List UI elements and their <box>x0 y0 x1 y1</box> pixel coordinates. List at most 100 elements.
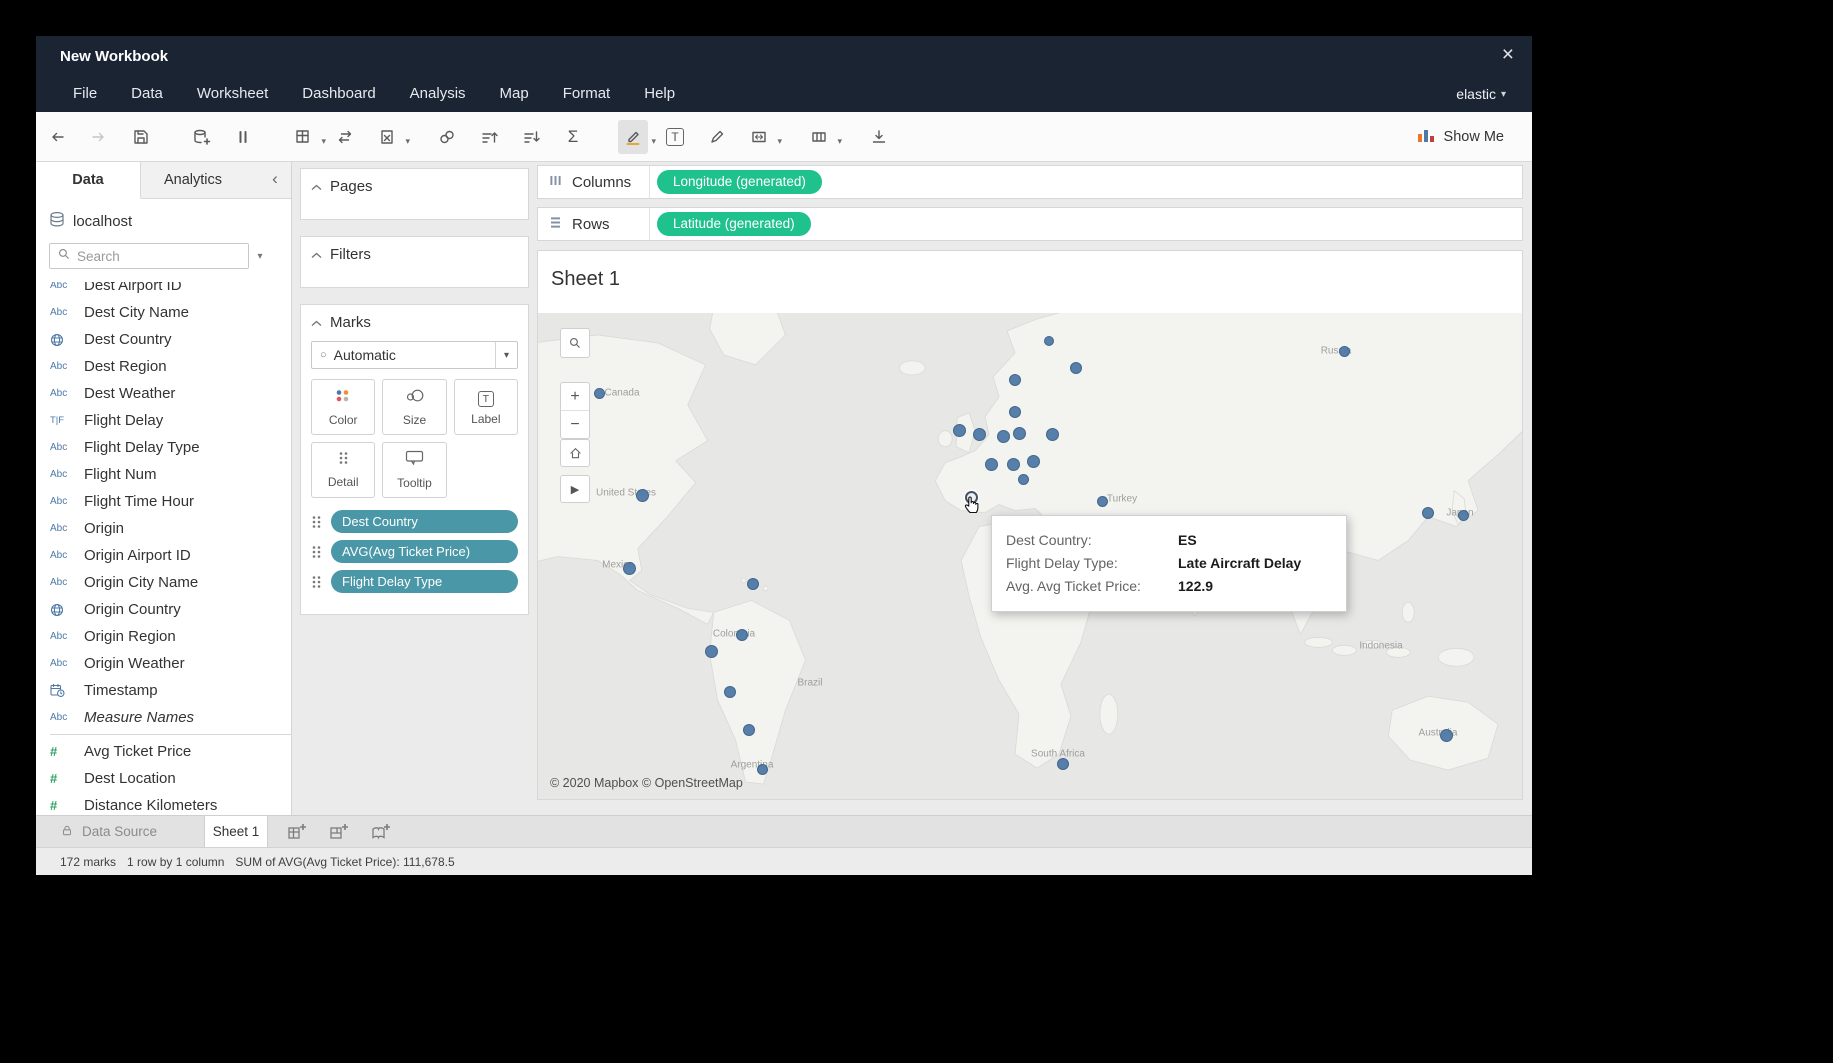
new-dashboard-tab-button[interactable] <box>326 816 352 847</box>
map-toolbar-flyout-button[interactable]: ▶ <box>560 475 590 503</box>
group-members-button[interactable] <box>432 120 462 154</box>
sort-ascending-button[interactable] <box>474 120 504 154</box>
columns-pill[interactable]: Longitude (generated) <box>657 170 822 194</box>
map-mark[interactable] <box>1009 406 1021 418</box>
sort-descending-button[interactable] <box>516 120 546 154</box>
marks-color-button[interactable]: Color <box>311 379 375 435</box>
close-icon[interactable]: × <box>1502 42 1514 68</box>
marks-pill[interactable]: AVG(Avg Ticket Price) <box>331 540 518 563</box>
map-mark[interactable] <box>1070 362 1082 374</box>
map-mark[interactable] <box>973 428 986 441</box>
map-mark[interactable] <box>1046 428 1059 441</box>
field-dest-region[interactable]: AbcDest Region <box>36 353 291 380</box>
map-mark[interactable] <box>1007 458 1020 471</box>
search-options-icon[interactable]: ▾ <box>249 251 271 262</box>
undo-button[interactable] <box>42 120 72 154</box>
field-flight-delay-type[interactable]: AbcFlight Delay Type <box>36 434 291 461</box>
zoom-in-button[interactable]: + <box>561 383 589 411</box>
tab-sheet1[interactable]: Sheet 1 <box>204 816 268 847</box>
menu-data[interactable]: Data <box>114 76 180 112</box>
collapse-pane-icon[interactable]: ‹ <box>259 162 291 198</box>
fit-button[interactable]: ▾ <box>744 120 774 154</box>
search-input[interactable]: Search <box>49 243 249 269</box>
swap-rows-columns-button[interactable] <box>330 120 360 154</box>
format-button[interactable] <box>702 120 732 154</box>
map-mark[interactable] <box>594 388 605 399</box>
menu-analysis[interactable]: Analysis <box>393 76 483 112</box>
map-mark[interactable] <box>747 578 759 590</box>
marks-label-button[interactable]: TLabel <box>454 379 518 435</box>
map-mark[interactable] <box>736 629 748 641</box>
marks-size-button[interactable]: Size <box>382 379 446 435</box>
redo-button[interactable] <box>84 120 114 154</box>
mark-type-dropdown[interactable]: ○ Automatic ▾ <box>311 341 518 369</box>
menu-format[interactable]: Format <box>546 76 628 112</box>
save-button[interactable] <box>126 120 156 154</box>
map-mark[interactable] <box>1458 510 1469 521</box>
map-mark[interactable] <box>1057 758 1069 770</box>
map-view[interactable]: CanadaUnited StatesMexicoColombiaBrazilA… <box>538 313 1522 799</box>
field-origin-airport-id[interactable]: AbcOrigin Airport ID <box>36 542 291 569</box>
tab-analytics[interactable]: Analytics <box>141 162 245 198</box>
field-origin-country[interactable]: Origin Country <box>36 596 291 623</box>
marks-detail-button[interactable]: Detail <box>311 442 375 498</box>
map-mark[interactable] <box>1422 507 1434 519</box>
new-worksheet-tab-button[interactable] <box>284 816 310 847</box>
map-mark[interactable] <box>1097 496 1108 507</box>
field-distance-kilometers[interactable]: #Distance Kilometers <box>36 792 291 815</box>
new-story-tab-button[interactable] <box>368 816 394 847</box>
rows-shelf[interactable]: Rows Latitude (generated) <box>537 207 1523 241</box>
field-dest-country[interactable]: Dest Country <box>36 326 291 353</box>
data-source-connection[interactable]: localhost <box>49 211 291 232</box>
download-button[interactable] <box>864 120 894 154</box>
field-origin-city-name[interactable]: AbcOrigin City Name <box>36 569 291 596</box>
map-mark[interactable] <box>705 645 718 658</box>
map-mark[interactable] <box>1013 427 1026 440</box>
field-avg-ticket-price[interactable]: #Avg Ticket Price <box>36 738 291 765</box>
map-mark[interactable] <box>997 430 1010 443</box>
map-mark[interactable] <box>1044 336 1054 346</box>
columns-shelf[interactable]: Columns Longitude (generated) <box>537 165 1523 199</box>
zoom-out-button[interactable]: − <box>561 411 589 438</box>
field-dest-weather[interactable]: AbcDest Weather <box>36 380 291 407</box>
field-flight-num[interactable]: AbcFlight Num <box>36 461 291 488</box>
show-mark-labels-button[interactable]: T <box>660 120 690 154</box>
field-measure-names[interactable]: AbcMeasure Names <box>36 704 291 731</box>
map-mark[interactable] <box>636 489 649 502</box>
tab-data[interactable]: Data <box>36 162 141 199</box>
menu-map[interactable]: Map <box>483 76 546 112</box>
user-menu[interactable]: elastic ▾ <box>1456 86 1506 102</box>
menu-dashboard[interactable]: Dashboard <box>285 76 392 112</box>
menu-file[interactable]: File <box>56 76 114 112</box>
menu-worksheet[interactable]: Worksheet <box>180 76 285 112</box>
tab-data-source[interactable]: Data Source <box>36 816 196 847</box>
map-mark[interactable] <box>757 764 768 775</box>
pages-shelf[interactable]: Pages <box>300 168 529 220</box>
map-mark[interactable] <box>1027 455 1040 468</box>
map-mark[interactable] <box>1339 346 1350 357</box>
field-flight-delay[interactable]: T|FFlight Delay <box>36 407 291 434</box>
field-dest-city-name[interactable]: AbcDest City Name <box>36 299 291 326</box>
map-mark[interactable] <box>1018 474 1029 485</box>
map-mark[interactable] <box>724 686 736 698</box>
marks-pill[interactable]: Flight Delay Type <box>331 570 518 593</box>
marks-tooltip-button[interactable]: Tooltip <box>382 442 446 498</box>
field-origin[interactable]: AbcOrigin <box>36 515 291 542</box>
menu-help[interactable]: Help <box>627 76 692 112</box>
map-mark[interactable] <box>953 424 966 437</box>
field-dest-airport-id[interactable]: AbcDest Airport ID <box>36 282 291 299</box>
map-home-button[interactable] <box>560 439 590 467</box>
map-mark[interactable] <box>623 562 636 575</box>
map-mark[interactable] <box>1009 374 1021 386</box>
field-dest-location[interactable]: #Dest Location <box>36 765 291 792</box>
map-mark[interactable] <box>743 724 755 736</box>
filters-shelf[interactable]: Filters <box>300 236 529 288</box>
field-origin-region[interactable]: AbcOrigin Region <box>36 623 291 650</box>
clear-sheet-button[interactable]: ▾ <box>372 120 402 154</box>
field-flight-time-hour[interactable]: AbcFlight Time Hour <box>36 488 291 515</box>
pause-auto-updates-button[interactable] <box>228 120 258 154</box>
cell-size-button[interactable]: ▾ <box>804 120 834 154</box>
marks-pill[interactable]: Dest Country <box>331 510 518 533</box>
field-origin-weather[interactable]: AbcOrigin Weather <box>36 650 291 677</box>
map-mark[interactable] <box>1440 729 1453 742</box>
